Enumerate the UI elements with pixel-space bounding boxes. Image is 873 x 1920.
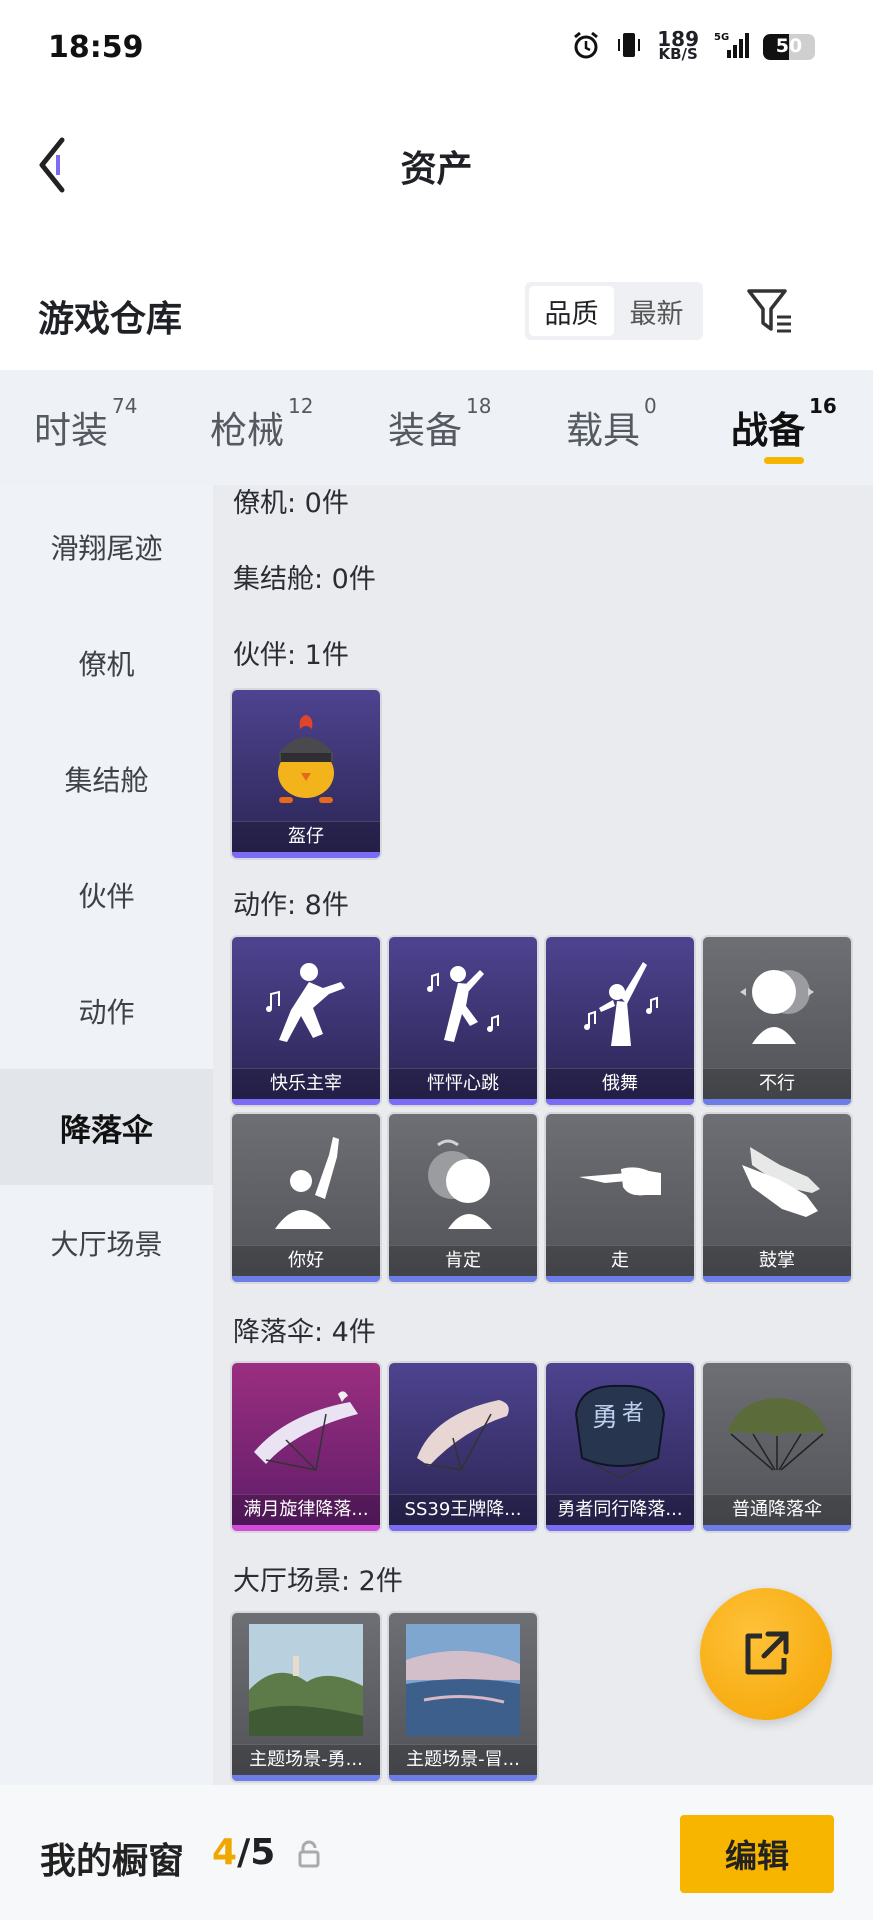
tab-count: 18 [466, 394, 492, 418]
item-card-emote[interactable]: 走 [546, 1114, 694, 1282]
item-card-parachute[interactable]: 普通降落伞 [703, 1363, 851, 1531]
landscape-icon [389, 1613, 537, 1745]
item-name: 满月旋律降落... [232, 1494, 380, 1525]
parachute-icon [232, 1363, 380, 1495]
item-name: 俄舞 [546, 1068, 694, 1099]
lock-icon [297, 1840, 321, 1868]
item-name: 不行 [703, 1068, 851, 1099]
sidebar-item-assembly-pod[interactable]: 集结舱 [0, 721, 213, 837]
signal-icon: 5G [713, 30, 749, 64]
parachute-icon [703, 1363, 851, 1495]
tab-count: 12 [288, 394, 314, 418]
sort-quality[interactable]: 品质 [529, 286, 614, 336]
item-name: 主题场景-勇... [232, 1744, 380, 1775]
item-card-emote[interactable]: 肯定 [389, 1114, 537, 1282]
tab-count: 16 [809, 394, 837, 418]
sidebar-item-glide-trail[interactable]: 滑翔尾迹 [0, 489, 213, 605]
item-name: 怦怦心跳 [389, 1068, 537, 1099]
net-speed: 189 KB/S [657, 27, 699, 63]
sidebar-item-lobby-scene[interactable]: 大厅场景 [0, 1185, 213, 1301]
dance-icon [232, 937, 380, 1069]
item-name: 鼓掌 [703, 1245, 851, 1276]
section-title: 动作: 8件 [233, 890, 349, 921]
svg-text:5G: 5G [714, 32, 729, 43]
item-name: 普通降落伞 [703, 1494, 851, 1525]
section-title: 僚机: 0件 [233, 488, 349, 519]
item-card-emote[interactable]: 快乐主宰 [232, 937, 380, 1105]
tab-fashion[interactable]: 时装74 [34, 394, 137, 454]
chick-helmet-icon [232, 690, 380, 822]
item-card-emote[interactable]: 不行 [703, 937, 851, 1105]
item-card-lobby-scene[interactable]: 主题场景-勇... [232, 1613, 380, 1781]
tab-weapons[interactable]: 枪械12 [210, 394, 313, 454]
showcase-label: 我的橱窗 [40, 1841, 185, 1882]
share-icon [745, 1631, 789, 1675]
sidebar-item-partner[interactable]: 伙伴 [0, 837, 213, 953]
svg-text:勇: 勇 [592, 1403, 618, 1433]
item-name: SS39王牌降... [389, 1494, 537, 1525]
tab-equipment[interactable]: 装备18 [388, 394, 491, 454]
item-name: 肯定 [389, 1245, 537, 1276]
landscape-icon [232, 1613, 380, 1745]
item-card-parachute[interactable]: 满月旋律降落... [232, 1363, 380, 1531]
showcase-count: 4/5 [212, 1832, 276, 1873]
share-button[interactable] [700, 1588, 832, 1720]
item-name: 走 [546, 1245, 694, 1276]
item-card-emote[interactable]: 鼓掌 [703, 1114, 851, 1282]
point-hand-icon [546, 1114, 694, 1246]
section-title: 降落伞: 4件 [233, 1317, 376, 1348]
item-card-parachute[interactable]: SS39王牌降... [389, 1363, 537, 1531]
sidebar-item-wingman[interactable]: 僚机 [0, 605, 213, 721]
battery-icon: 50 [763, 34, 815, 60]
item-name: 盔仔 [232, 821, 380, 852]
sidebar-item-parachute[interactable]: 降落伞 [0, 1069, 213, 1185]
tab-combat-gear[interactable]: 战备16 [731, 394, 837, 454]
parachute-icon: 勇 者 [546, 1363, 694, 1495]
vibrate-icon [615, 30, 643, 64]
alarm-icon [571, 30, 601, 64]
warehouse-title: 游戏仓库 [38, 299, 183, 340]
dance-icon [389, 937, 537, 1069]
section-title: 大厅场景: 2件 [233, 1566, 403, 1597]
item-card-emote[interactable]: 你好 [232, 1114, 380, 1282]
item-card-parachute[interactable]: 勇 者 勇者同行降落... [546, 1363, 694, 1531]
status-icons: 189 KB/S 5G 50 [571, 27, 815, 64]
parachute-icon [389, 1363, 537, 1495]
item-name: 主题场景-冒... [389, 1744, 537, 1775]
item-card-emote[interactable]: 俄舞 [546, 937, 694, 1105]
item-card-emote[interactable]: 怦怦心跳 [389, 937, 537, 1105]
dance-icon [546, 937, 694, 1069]
item-card-partner[interactable]: 盔仔 [232, 690, 380, 858]
tab-count: 74 [112, 394, 138, 418]
sort-latest[interactable]: 最新 [614, 286, 699, 336]
clap-icon [703, 1114, 851, 1246]
nod-icon [389, 1114, 537, 1246]
sort-toggle: 品质 最新 [525, 282, 703, 340]
head-shake-icon [703, 937, 851, 1069]
item-name: 勇者同行降落... [546, 1494, 694, 1525]
section-title: 集结舱: 0件 [233, 564, 376, 595]
tab-count: 0 [644, 394, 657, 418]
item-name: 快乐主宰 [232, 1068, 380, 1099]
page-title: 资产 [400, 149, 473, 190]
tab-indicator [764, 457, 804, 464]
tab-vehicles[interactable]: 载具0 [566, 394, 657, 454]
section-title: 伙伴: 1件 [233, 640, 349, 671]
sidebar-item-emote[interactable]: 动作 [0, 953, 213, 1069]
wave-icon [232, 1114, 380, 1246]
filter-button[interactable] [745, 285, 797, 337]
item-name: 你好 [232, 1245, 380, 1276]
filter-icon [747, 289, 791, 333]
edit-button[interactable]: 编辑 [680, 1815, 834, 1893]
status-time: 18:59 [48, 30, 144, 65]
svg-text:者: 者 [622, 1401, 644, 1426]
item-card-lobby-scene[interactable]: 主题场景-冒... [389, 1613, 537, 1781]
